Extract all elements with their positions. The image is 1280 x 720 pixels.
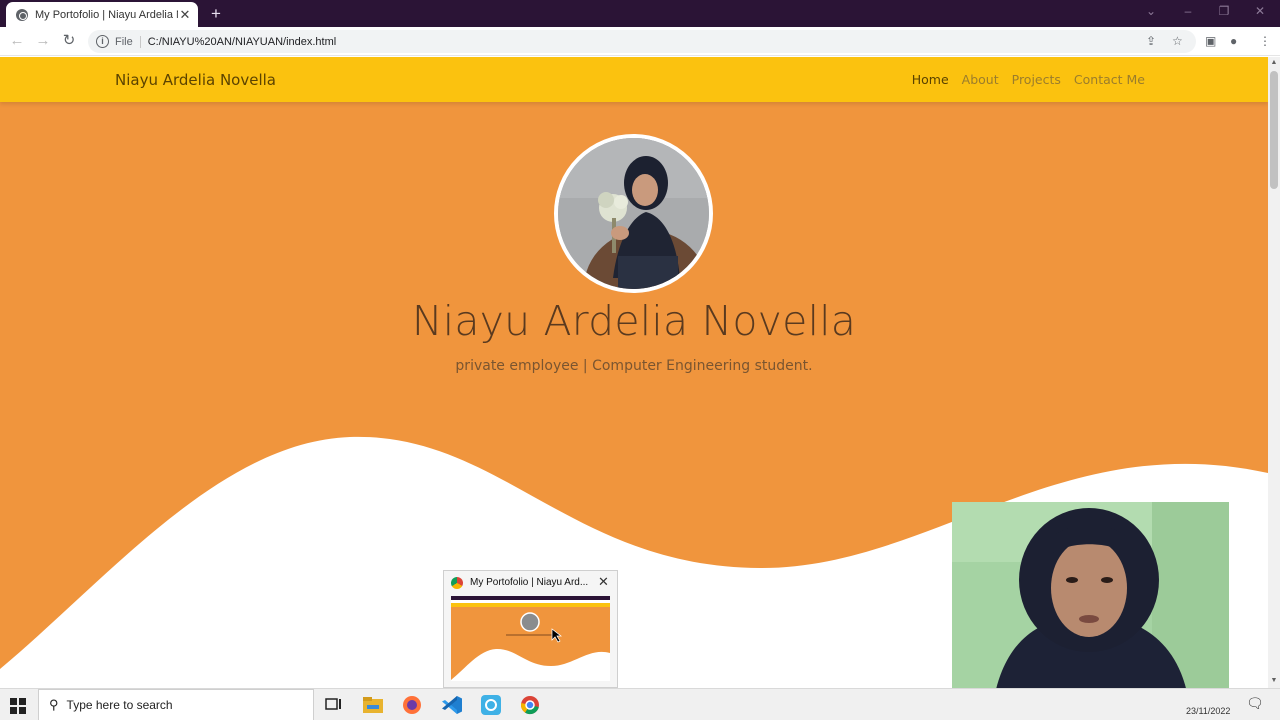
taskbar: ⚲ Type here to search 23/11/2022 🗨 xyxy=(0,688,1280,720)
preview-thumbnail[interactable] xyxy=(451,596,610,681)
forward-icon[interactable]: → xyxy=(34,32,52,50)
preview-title: My Portofolio | Niayu Ard... xyxy=(470,577,589,588)
chrome-icon xyxy=(451,577,463,589)
tab-active[interactable]: My Portofolio | Niayu Ardelia No ✕ xyxy=(6,2,198,27)
site-nav-links: Home About Projects Contact Me xyxy=(912,72,1145,87)
vscode-icon[interactable] xyxy=(440,694,464,716)
nav-link-home[interactable]: Home xyxy=(912,72,949,87)
nav-link-contact[interactable]: Contact Me xyxy=(1074,72,1145,87)
tab-search-icon[interactable]: ⌄ xyxy=(1141,4,1161,18)
taskbar-date: 23/11/2022 xyxy=(1186,706,1231,716)
site-brand[interactable]: Niayu Ardelia Novella xyxy=(115,71,276,89)
toolbar: ← → ↻ i File C:/NIAYU%20AN/NIAYUAN/index… xyxy=(0,27,1280,56)
menu-icon[interactable]: ⋮ xyxy=(1259,34,1271,48)
scroll-up-icon[interactable]: ▲ xyxy=(1268,59,1280,66)
notification-icon[interactable]: 🗨 xyxy=(1246,695,1264,712)
profile-photo xyxy=(554,134,713,293)
taskbar-preview[interactable]: My Portofolio | Niayu Ard... ✕ xyxy=(443,570,618,688)
task-view-icon[interactable] xyxy=(322,694,346,716)
tab-title: My Portofolio | Niayu Ardelia No xyxy=(35,8,178,21)
nav-link-projects[interactable]: Projects xyxy=(1012,72,1061,87)
profile-icon[interactable]: ● xyxy=(1230,34,1237,48)
file-explorer-icon[interactable] xyxy=(361,694,385,716)
app-icon[interactable] xyxy=(479,694,503,716)
globe-icon xyxy=(16,8,28,21)
star-icon[interactable]: ☆ xyxy=(1172,34,1183,48)
chrome-icon[interactable] xyxy=(518,694,542,716)
page-scrollbar[interactable]: ▲ ▼ xyxy=(1268,57,1280,688)
taskbar-search[interactable]: ⚲ Type here to search xyxy=(38,689,314,720)
tab-close-icon[interactable]: ✕ xyxy=(178,7,192,23)
site-navbar: Niayu Ardelia Novella Home About Project… xyxy=(0,57,1268,102)
restore-icon[interactable]: ❐ xyxy=(1214,4,1234,18)
firefox-icon[interactable] xyxy=(400,694,424,716)
minimize-icon[interactable]: – xyxy=(1178,4,1198,18)
hero-name: Niayu Ardelia Novella xyxy=(411,297,857,345)
close-window-icon[interactable]: ✕ xyxy=(1250,4,1270,18)
side-panel-icon[interactable]: ▣ xyxy=(1205,34,1216,48)
nav-link-about[interactable]: About xyxy=(962,72,999,87)
address-bar[interactable]: i File C:/NIAYU%20AN/NIAYUAN/index.html … xyxy=(88,30,1196,53)
windows-start-icon[interactable] xyxy=(10,698,26,714)
scrollbar-thumb[interactable] xyxy=(1270,71,1278,189)
scroll-down-icon[interactable]: ▼ xyxy=(1268,677,1280,684)
reload-icon[interactable]: ↻ xyxy=(60,32,78,50)
hero-subtitle: private employee | Computer Engineering … xyxy=(455,358,813,374)
share-icon[interactable]: ⇪ xyxy=(1146,34,1156,48)
browser-window: My Portofolio | Niayu Ardelia No ✕ + ⌄ –… xyxy=(0,0,1280,720)
taskbar-search-placeholder: Type here to search xyxy=(66,698,173,712)
url-scheme: File xyxy=(115,35,141,48)
back-icon[interactable]: ← xyxy=(8,32,26,50)
tab-strip: My Portofolio | Niayu Ardelia No ✕ + ⌄ –… xyxy=(0,0,1280,27)
info-icon[interactable]: i xyxy=(96,35,109,48)
search-icon: ⚲ xyxy=(49,697,59,712)
preview-close-icon[interactable]: ✕ xyxy=(598,574,609,590)
url-text[interactable]: C:/NIAYU%20AN/NIAYUAN/index.html xyxy=(148,36,336,48)
webcam-overlay xyxy=(952,502,1229,710)
new-tab-button[interactable]: + xyxy=(207,4,225,24)
